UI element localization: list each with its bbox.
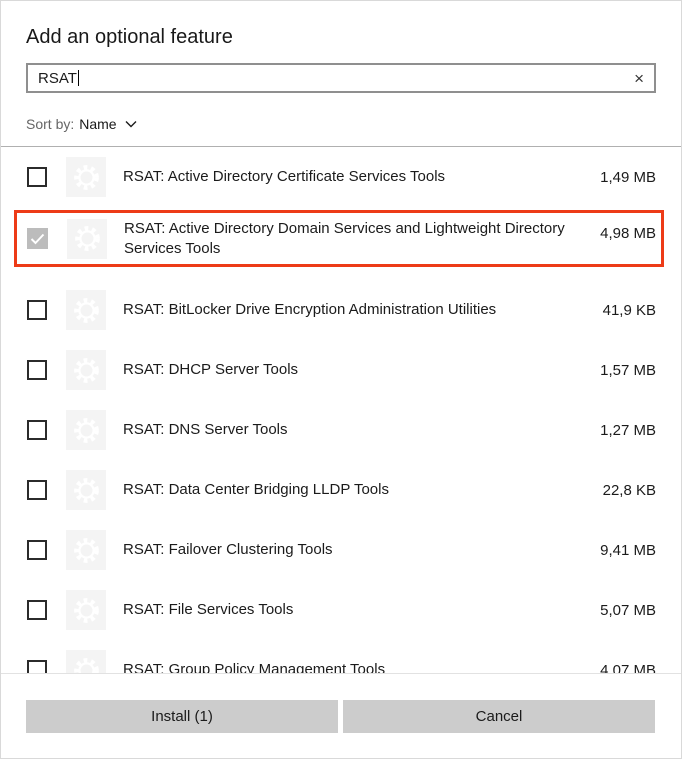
gear-icon	[67, 218, 107, 259]
text-cursor	[77, 70, 79, 86]
feature-row[interactable]: RSAT: Active Directory Certificate Servi…	[1, 147, 681, 207]
feature-name: RSAT: BitLocker Drive Encryption Adminis…	[123, 301, 497, 318]
feature-size: 1,49 MB	[600, 168, 656, 186]
feature-name: RSAT: Failover Clustering Tools	[123, 541, 333, 558]
gear-icon	[66, 290, 106, 330]
feature-size: 4,98 MB	[600, 225, 656, 242]
feature-checkbox[interactable]	[27, 360, 47, 380]
feature-name: RSAT: Data Center Bridging LLDP Tools	[123, 481, 389, 498]
gear-icon	[66, 157, 106, 197]
feature-row[interactable]: RSAT: DNS Server Tools 1,27 MB	[1, 400, 681, 460]
feature-row[interactable]: RSAT: Active Directory Domain Services a…	[14, 210, 664, 267]
feature-size: 9,41 MB	[600, 541, 656, 559]
cancel-button[interactable]: Cancel	[343, 700, 655, 733]
feature-name: RSAT: Active Directory Domain Services a…	[124, 219, 565, 257]
feature-size: 5,07 MB	[600, 601, 656, 619]
checkmark-icon	[30, 233, 45, 244]
feature-name: RSAT: DHCP Server Tools	[123, 361, 299, 378]
gear-icon	[66, 650, 106, 674]
feature-name: RSAT: DNS Server Tools	[123, 421, 288, 438]
feature-row[interactable]: RSAT: File Services Tools 5,07 MB	[1, 580, 681, 640]
feature-name: RSAT: Group Policy Management Tools	[123, 661, 386, 674]
chevron-down-icon	[125, 120, 137, 128]
gear-icon	[66, 410, 106, 450]
feature-size: 1,57 MB	[600, 361, 656, 379]
dialog-header: Add an optional feature RSAT × Sort by: …	[1, 1, 681, 147]
feature-row[interactable]: RSAT: DHCP Server Tools 1,57 MB	[1, 340, 681, 400]
feature-size: 1,27 MB	[600, 421, 656, 439]
gear-icon	[66, 530, 106, 570]
gear-icon	[66, 350, 106, 390]
sort-by-dropdown[interactable]: Sort by: Name	[26, 116, 656, 146]
feature-name: RSAT: File Services Tools	[123, 601, 294, 618]
sort-by-label: Sort by:	[26, 116, 75, 132]
feature-checkbox[interactable]	[27, 660, 47, 674]
feature-row[interactable]: RSAT: Data Center Bridging LLDP Tools 22…	[1, 460, 681, 520]
install-button[interactable]: Install (1)	[26, 700, 338, 733]
feature-size: 41,9 KB	[602, 301, 656, 319]
feature-row[interactable]: RSAT: Failover Clustering Tools 9,41 MB	[1, 520, 681, 580]
search-box[interactable]: RSAT ×	[26, 63, 656, 93]
feature-checkbox[interactable]	[27, 300, 47, 320]
gear-icon	[66, 590, 106, 630]
feature-list: RSAT: Active Directory Certificate Servi…	[1, 147, 681, 674]
feature-checkbox[interactable]	[27, 600, 47, 620]
search-input[interactable]: RSAT	[38, 70, 77, 87]
sort-by-value: Name	[79, 116, 117, 132]
feature-size: 22,8 KB	[602, 481, 656, 499]
gear-icon	[66, 470, 106, 510]
feature-row[interactable]: RSAT: Group Policy Management Tools 4,07…	[1, 640, 681, 674]
feature-checkbox[interactable]	[27, 420, 47, 440]
dialog-footer: Install (1) Cancel	[1, 673, 681, 758]
feature-checkbox[interactable]	[27, 540, 47, 560]
feature-checkbox[interactable]	[27, 167, 47, 187]
feature-name: RSAT: Active Directory Certificate Servi…	[123, 168, 446, 185]
page-title: Add an optional feature	[26, 26, 233, 48]
feature-row[interactable]: RSAT: BitLocker Drive Encryption Adminis…	[1, 280, 681, 340]
feature-checkbox[interactable]	[27, 480, 47, 500]
clear-search-icon[interactable]: ×	[634, 70, 644, 87]
feature-checkbox[interactable]	[27, 228, 48, 249]
add-optional-feature-dialog: Add an optional feature RSAT × Sort by: …	[0, 0, 682, 759]
